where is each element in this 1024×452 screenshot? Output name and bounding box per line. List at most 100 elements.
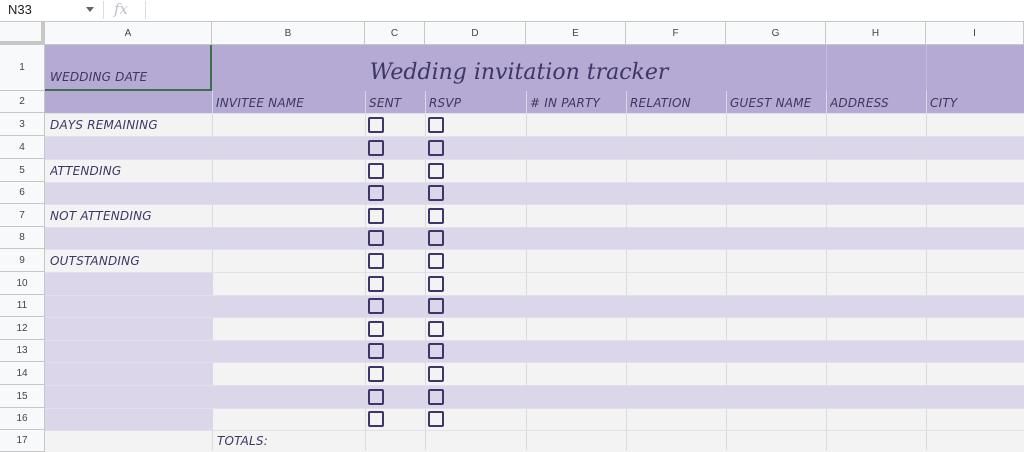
row-header-2[interactable]: 2 <box>0 91 45 113</box>
header-city[interactable]: CITY <box>930 91 1024 113</box>
sheet-title[interactable]: Wedding invitation tracker <box>212 45 826 91</box>
rsvp-checkbox[interactable] <box>428 343 444 359</box>
row-header-6[interactable]: 6 <box>0 182 45 204</box>
rsvp-checkbox[interactable] <box>428 275 444 292</box>
column-gridline <box>212 91 213 450</box>
summary-attending[interactable]: ATTENDING <box>50 159 210 182</box>
rsvp-checkbox[interactable] <box>428 298 444 314</box>
row-header-13[interactable]: 13 <box>0 340 45 362</box>
sent-checkbox[interactable] <box>368 298 384 314</box>
row-header-11[interactable]: 11 <box>0 295 45 317</box>
summary-cell <box>45 295 212 317</box>
summary-not-attending[interactable]: NOT ATTENDING <box>50 204 210 227</box>
row-header-10[interactable]: 10 <box>0 272 45 295</box>
row-band <box>45 430 1024 452</box>
rsvp-checkbox[interactable] <box>428 252 444 269</box>
column-header-c[interactable]: C <box>365 22 425 45</box>
column-gridline <box>626 91 627 450</box>
column-gridline <box>425 91 426 450</box>
sent-checkbox[interactable] <box>368 207 384 224</box>
row-header-12[interactable]: 12 <box>0 317 45 340</box>
row-header-17[interactable]: 17 <box>0 430 45 452</box>
row-header-7[interactable]: 7 <box>0 204 45 227</box>
row-header-1[interactable]: 1 <box>0 45 45 91</box>
header-address[interactable]: ADDRESS <box>830 91 926 113</box>
header-relation[interactable]: RELATION <box>630 91 726 113</box>
rsvp-checkbox[interactable] <box>428 320 444 337</box>
summary-cell <box>45 272 212 295</box>
header-sent[interactable]: SENT <box>369 91 425 113</box>
header-rsvp[interactable]: RSVP <box>429 91 526 113</box>
sent-checkbox[interactable] <box>368 411 384 427</box>
summary-cell <box>45 340 212 362</box>
header-guest-name[interactable]: GUEST NAME <box>730 91 826 113</box>
sent-checkbox[interactable] <box>368 388 384 405</box>
row-header-8[interactable]: 8 <box>0 227 45 249</box>
row-gridline <box>45 182 1024 183</box>
row-gridline <box>45 385 1024 386</box>
rsvp-checkbox[interactable] <box>428 207 444 224</box>
sent-checkbox[interactable] <box>368 139 384 156</box>
rsvp-checkbox[interactable] <box>428 116 444 133</box>
summary-cell <box>45 408 212 430</box>
row-gridline <box>45 295 1024 296</box>
totals-label: TOTALS: <box>217 434 268 448</box>
row-header-16[interactable]: 16 <box>0 408 45 430</box>
column-header-i[interactable]: I <box>926 22 1024 45</box>
row-header-14[interactable]: 14 <box>0 362 45 385</box>
column-header-e[interactable]: E <box>526 22 626 45</box>
row-header-9[interactable]: 9 <box>0 249 45 272</box>
sent-checkbox[interactable] <box>368 230 384 246</box>
row-gridline <box>45 317 1024 318</box>
rsvp-checkbox[interactable] <box>428 230 444 246</box>
sent-checkbox[interactable] <box>368 185 384 201</box>
rsvp-checkbox[interactable] <box>428 162 444 179</box>
divider <box>103 1 104 19</box>
row-gridline <box>45 430 1024 431</box>
column-header-a[interactable]: A <box>45 22 212 45</box>
row-header-15[interactable]: 15 <box>0 385 45 408</box>
column-header-g[interactable]: G <box>726 22 826 45</box>
sent-checkbox[interactable] <box>368 116 384 133</box>
row-header-3[interactable]: 3 <box>0 113 45 136</box>
column-header-h[interactable]: H <box>826 22 926 45</box>
rsvp-checkbox[interactable] <box>428 139 444 156</box>
rsvp-checkbox[interactable] <box>428 388 444 405</box>
rsvp-checkbox[interactable] <box>428 185 444 201</box>
sent-checkbox[interactable] <box>368 320 384 337</box>
sent-checkbox[interactable] <box>368 343 384 359</box>
column-header-f[interactable]: F <box>626 22 726 45</box>
wedding-date-label[interactable]: WEDDING DATE <box>45 45 212 91</box>
sent-checkbox[interactable] <box>368 365 384 382</box>
sent-checkbox[interactable] <box>368 162 384 179</box>
sent-checkbox[interactable] <box>368 275 384 292</box>
column-header-d[interactable]: D <box>425 22 526 45</box>
row-band <box>45 182 1024 204</box>
column-gridline <box>926 45 927 91</box>
header-invitee-name[interactable]: INVITEE NAME <box>216 91 365 113</box>
name-box-dropdown-icon[interactable] <box>86 7 94 12</box>
formula-bar: N33 fx <box>0 0 1024 22</box>
column-gridline <box>726 91 727 450</box>
row-gridline <box>45 136 1024 137</box>
column-gridline <box>826 91 827 450</box>
rsvp-checkbox[interactable] <box>428 411 444 427</box>
sent-checkbox[interactable] <box>368 252 384 269</box>
row-gridline <box>45 340 1024 341</box>
column-gridline <box>526 91 527 450</box>
header-in-party[interactable]: # IN PARTY <box>530 91 626 113</box>
formula-input[interactable] <box>152 2 1024 18</box>
rsvp-checkbox[interactable] <box>428 365 444 382</box>
divider <box>145 1 146 19</box>
row-header-4[interactable]: 4 <box>0 136 45 159</box>
row-gridline <box>45 272 1024 273</box>
summary-days-remaining[interactable]: DAYS REMAINING <box>50 113 210 136</box>
row-header-5[interactable]: 5 <box>0 159 45 182</box>
row-band <box>45 136 1024 159</box>
column-header-b[interactable]: B <box>212 22 365 45</box>
row-gridline <box>45 408 1024 409</box>
row-band <box>45 227 1024 249</box>
summary-cell <box>45 362 212 385</box>
column-gridline <box>826 45 827 91</box>
summary-outstanding[interactable]: OUTSTANDING <box>50 249 210 272</box>
